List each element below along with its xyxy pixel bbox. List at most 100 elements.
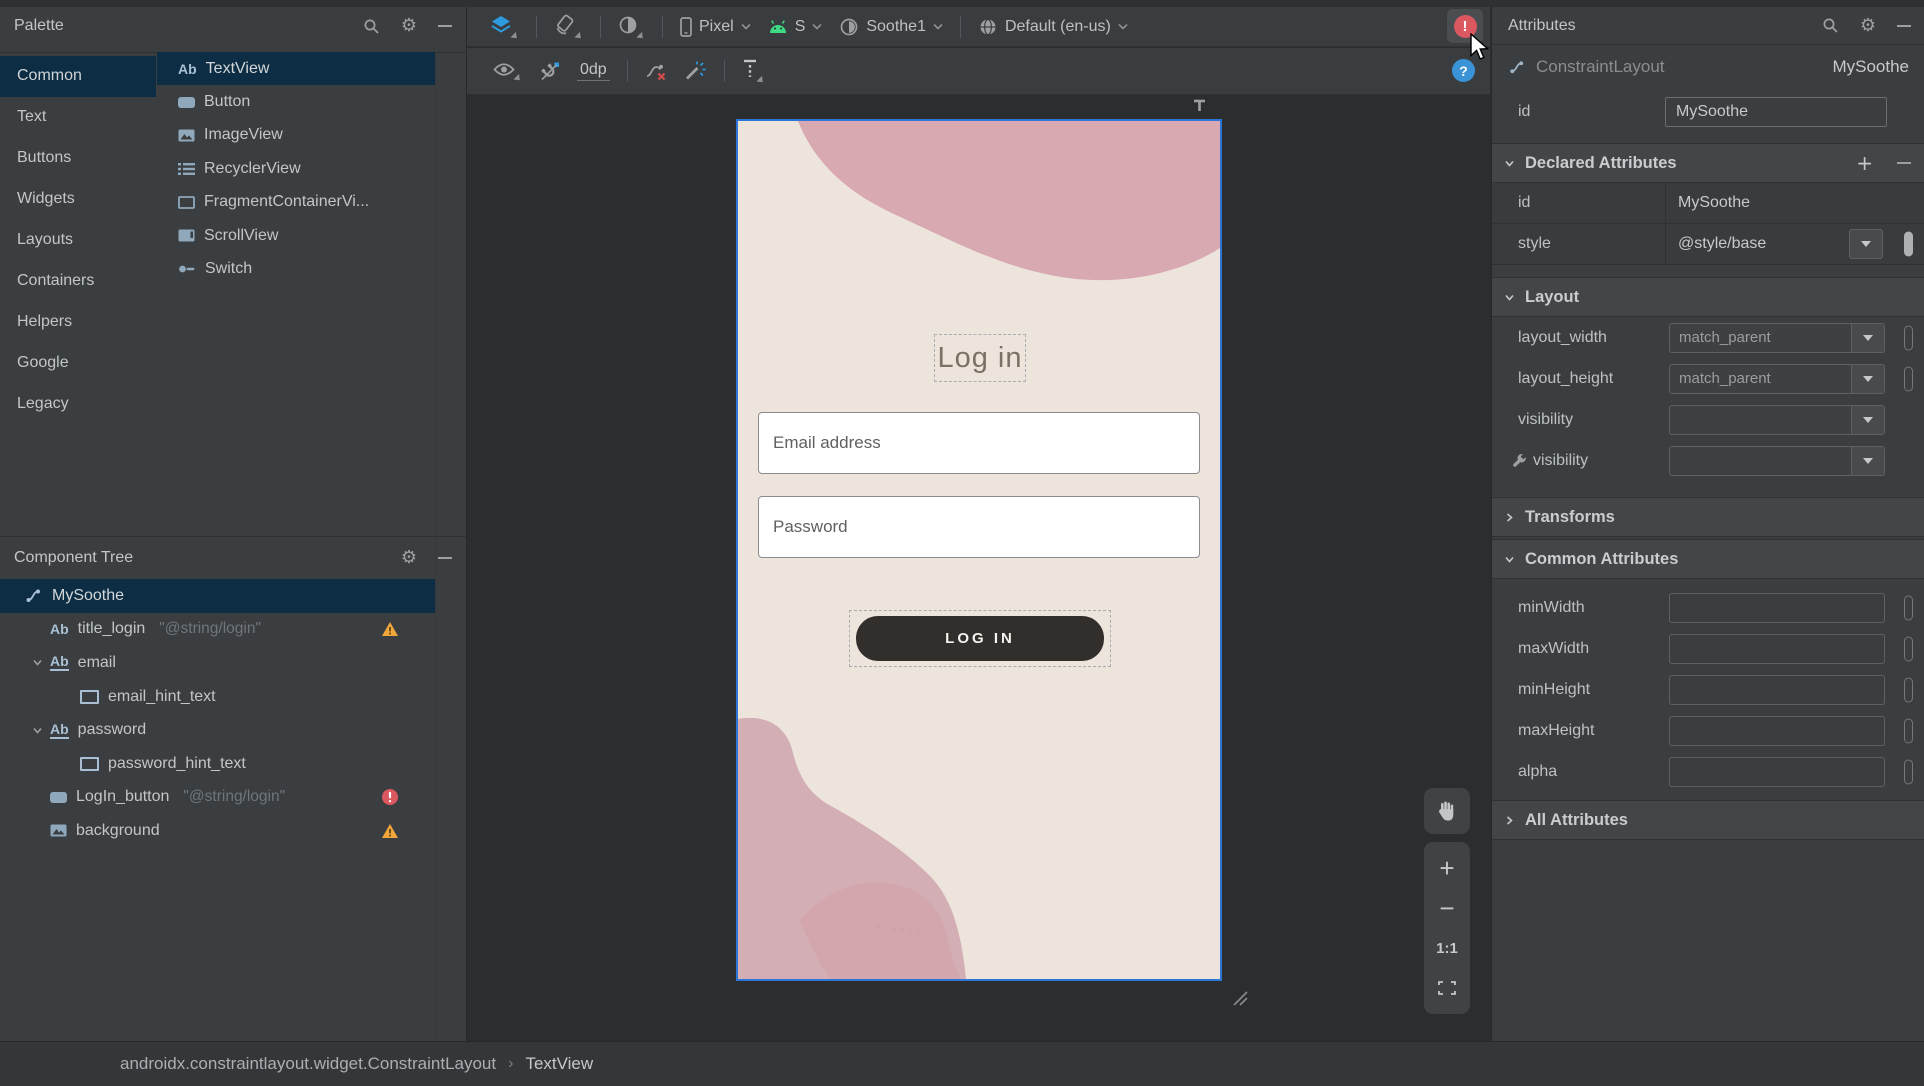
minheight-input[interactable] [1669,674,1885,705]
locale-selector[interactable]: Default (en-us) [978,17,1128,37]
tree-node-background[interactable]: background [0,814,435,848]
toggle-pill[interactable] [1904,325,1913,350]
resize-handle[interactable] [1228,986,1248,1006]
section-declared-attributes[interactable]: Declared Attributes + [1492,143,1924,183]
warning-icon[interactable] [381,823,399,839]
api-selector[interactable]: S [768,18,823,36]
search-icon[interactable] [363,18,380,35]
visibility-dropdown[interactable] [1669,404,1885,435]
tree-node-password[interactable]: Ab password [0,713,435,747]
breadcrumb-root[interactable]: androidx.constraintlayout.widget.Constra… [120,1054,496,1074]
title-login-component[interactable]: Log in [934,334,1026,382]
palette-category-layouts[interactable]: Layouts [0,220,156,261]
tree-node-mysoothe[interactable]: MySoothe [0,579,435,613]
dropdown-arrow[interactable] [1851,405,1884,434]
gear-icon[interactable]: ⚙ [401,549,417,567]
login-button[interactable]: LOG IN [856,616,1104,661]
declared-row-style[interactable]: style @style/base [1492,224,1924,265]
night-mode-button[interactable] [618,15,646,41]
layout-height-dropdown[interactable]: match_parent [1669,363,1885,394]
palette-category-google[interactable]: Google [0,342,156,383]
palette-item-fragmentcontainerview[interactable]: FragmentContainerVi... [157,186,435,219]
id-input[interactable]: MySoothe [1665,97,1887,127]
tree-node-login-button[interactable]: LogIn_button "@string/login" [0,781,435,815]
minimize-icon[interactable] [1897,24,1911,27]
dropdown-arrow[interactable] [1851,323,1884,352]
help-icon[interactable]: ? [1452,59,1475,82]
autoconnect-off-button[interactable] [539,61,560,82]
dropdown-arrow[interactable] [1851,364,1884,393]
email-input-component[interactable]: Email address [758,412,1200,474]
dropdown-arrow[interactable] [1851,446,1884,475]
device-selector[interactable]: Pixel [680,16,751,37]
maxheight-input[interactable] [1669,715,1885,746]
palette-item-button[interactable]: Button [157,85,435,118]
search-icon[interactable] [1822,17,1839,34]
toggle-pill[interactable] [1904,677,1913,702]
tree-node-email[interactable]: Ab email [0,646,435,680]
gear-icon[interactable]: ⚙ [401,17,417,35]
zoom-actual-button[interactable]: 1:1 [1424,928,1470,968]
palette-category-helpers[interactable]: Helpers [0,301,156,342]
section-layout[interactable]: Layout [1492,277,1924,317]
chevron-down-icon[interactable] [24,657,50,668]
toggle-pill[interactable] [1904,759,1913,784]
pack-align-button[interactable] [742,59,766,86]
zoom-in-button[interactable]: + [1424,848,1470,888]
default-margin-control[interactable]: 0dp [577,61,610,81]
warning-icon[interactable] [381,621,399,637]
login-button-component[interactable]: LOG IN [849,610,1111,667]
attr-value[interactable]: MySoothe [1678,194,1750,212]
palette-category-legacy[interactable]: Legacy [0,383,156,424]
minimize-icon[interactable] [438,557,452,559]
palette-item-switch[interactable]: Switch [157,252,435,285]
tree-node-title-login[interactable]: Ab title_login "@string/login" [0,613,435,647]
minwidth-input[interactable] [1669,592,1885,623]
infer-constraints-button[interactable] [684,61,707,81]
toggle-pill[interactable] [1904,636,1913,661]
section-common-attributes[interactable]: Common Attributes [1492,539,1924,579]
add-attribute-icon[interactable]: + [1856,153,1873,173]
view-options-button[interactable] [493,62,523,83]
section-all-attributes[interactable]: All Attributes [1492,800,1924,840]
clear-constraints-button[interactable] [645,62,667,81]
pan-tool-button[interactable] [1424,788,1470,834]
palette-category-widgets[interactable]: Widgets [0,179,156,220]
palette-item-scrollview[interactable]: ScrollView [157,219,435,252]
chevron-down-icon[interactable] [24,725,50,736]
zoom-to-fit-button[interactable] [1424,968,1470,1008]
layout-width-dropdown[interactable]: match_parent [1669,322,1885,353]
design-surface-button[interactable] [490,15,520,41]
gear-icon[interactable]: ⚙ [1860,16,1876,35]
password-input-component[interactable]: Password [758,496,1200,558]
palette-category-common[interactable]: Common [0,56,156,97]
breadcrumb-leaf[interactable]: TextView [525,1054,593,1074]
palette-item-recyclerview[interactable]: RecyclerView [157,152,435,185]
tree-node-email-hint-text[interactable]: email_hint_text [0,680,435,714]
palette-category-buttons[interactable]: Buttons [0,138,156,179]
toggle-pill[interactable] [1904,231,1913,257]
orientation-button[interactable] [554,14,584,42]
device-screen[interactable]: Log in Email address Password LOG IN [736,119,1222,981]
palette-item-imageview[interactable]: ImageView [157,119,435,152]
palette-category-containers[interactable]: Containers [0,260,156,301]
toggle-pill[interactable] [1904,718,1913,743]
style-dropdown-button[interactable] [1849,229,1883,259]
theme-selector[interactable]: Soothe1 [839,17,943,37]
zoom-out-button[interactable]: − [1424,888,1470,928]
tree-node-password-hint-text[interactable]: password_hint_text [0,747,435,781]
error-icon[interactable] [381,788,399,806]
section-transforms[interactable]: Transforms [1492,497,1924,537]
toggle-pill[interactable] [1904,595,1913,620]
alpha-input[interactable] [1669,756,1885,787]
palette-category-text[interactable]: Text [0,97,156,138]
palette-item-textview[interactable]: Ab TextView [157,52,435,86]
remove-attribute-icon[interactable] [1897,162,1911,164]
toggle-pill[interactable] [1904,366,1913,391]
minimize-icon[interactable] [438,25,452,27]
declared-row-id[interactable]: id MySoothe [1492,183,1924,224]
attr-row-maxwidth: maxWidth [1492,628,1924,669]
tools-visibility-dropdown[interactable] [1669,445,1885,476]
attr-value[interactable]: @style/base [1678,235,1766,253]
maxwidth-input[interactable] [1669,633,1885,664]
